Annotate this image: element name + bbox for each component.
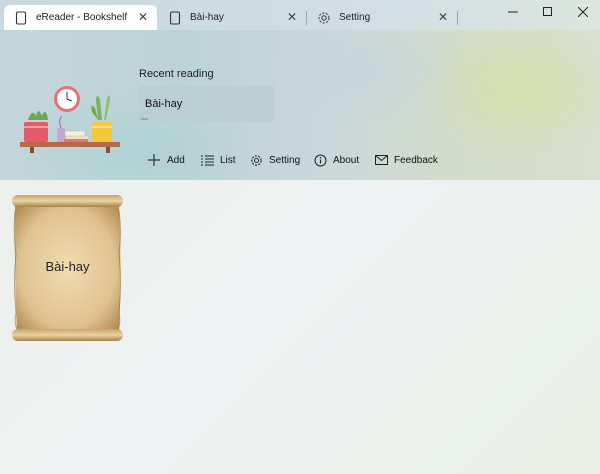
title-bar: eReader - Bookshelf ✕ Bài-hay ✕ Setting … [0, 0, 600, 30]
tab-setting[interactable]: Setting ✕ [307, 5, 457, 30]
tab-label: Bài-hay [190, 12, 224, 23]
tab-bookshelf[interactable]: eReader - Bookshelf ✕ [4, 5, 157, 30]
info-icon [313, 153, 327, 167]
tab-book[interactable]: Bài-hay ✕ [158, 5, 306, 30]
book-icon [14, 10, 28, 25]
feedback-button[interactable]: Feedback [374, 152, 438, 168]
tab-label: eReader - Bookshelf [36, 12, 128, 23]
tab-label: Setting [339, 12, 371, 23]
gear-icon [249, 153, 263, 167]
list-button[interactable]: List [200, 152, 236, 168]
minimize-icon[interactable] [496, 0, 530, 24]
about-button[interactable]: About [313, 152, 359, 168]
add-button[interactable]: Add [147, 152, 185, 168]
mail-icon [374, 153, 388, 167]
maximize-icon[interactable] [531, 0, 565, 24]
book-title: Bài-hay [45, 259, 90, 274]
feedback-label: Feedback [394, 154, 438, 166]
recent-reading-label: Recent reading [139, 68, 214, 80]
setting-label: Setting [269, 154, 301, 166]
about-label: About [333, 154, 360, 166]
close-tab-icon[interactable]: ✕ [435, 9, 451, 25]
book-item[interactable]: Bài-hay [11, 193, 124, 343]
close-tab-icon[interactable]: ✕ [284, 9, 300, 25]
book-icon [168, 10, 182, 25]
list-label: List [220, 154, 236, 166]
close-icon[interactable] [566, 0, 600, 24]
close-tab-icon[interactable]: ✕ [135, 9, 151, 25]
plus-icon [147, 153, 161, 167]
recent-book-progress [141, 118, 148, 120]
tab-separator [457, 11, 458, 25]
add-label: Add [167, 154, 185, 166]
recent-book-title: Bài-hay [145, 98, 183, 110]
shelf-illustration [20, 86, 120, 153]
list-icon [200, 153, 214, 167]
recent-book-card[interactable]: Bài-hay [139, 86, 274, 122]
gear-icon [317, 11, 331, 25]
setting-button[interactable]: Setting [249, 152, 300, 168]
